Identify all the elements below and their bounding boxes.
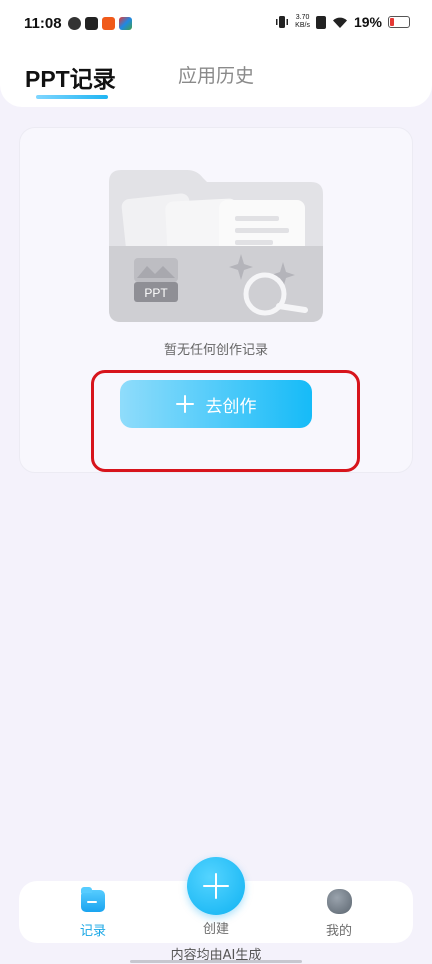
avatar-icon <box>327 889 352 914</box>
nav-label-mine: 我的 <box>325 924 352 939</box>
tab-app-history[interactable]: 应用历史 <box>178 61 254 88</box>
nav-item-records[interactable]: 记录 <box>53 881 133 943</box>
status-time: 11:08 <box>24 15 62 32</box>
header: PPT记录 应用历史 <box>0 50 432 107</box>
nav-label-create: 创建 <box>202 922 229 937</box>
notification-icons <box>68 17 132 30</box>
app-notification-icon <box>85 17 98 30</box>
plus-icon <box>203 873 229 899</box>
ppt-label: PPT <box>144 286 168 300</box>
net-speed: 3.70 KB/s <box>295 14 310 30</box>
status-right: 3.70 KB/s 19% <box>275 14 410 30</box>
wifi-icon <box>332 17 347 28</box>
net-speed-unit: KB/s <box>295 22 310 29</box>
home-indicator[interactable] <box>130 960 302 963</box>
nav-label-records: 记录 <box>79 924 106 939</box>
empty-state-message: 暂无任何创作记录 <box>163 343 268 358</box>
tab-ppt-records[interactable]: PPT记录 <box>25 60 116 94</box>
vibrate-icon <box>276 16 289 28</box>
annotation-highlight <box>91 370 360 472</box>
battery-icon <box>388 16 410 28</box>
app-notification-icon <box>102 17 115 30</box>
status-bar: 11:08 3.70 KB/s 19% <box>0 0 432 50</box>
tab-active-indicator <box>36 95 108 99</box>
battery-percent: 19% <box>353 14 382 30</box>
app-notification-icon <box>68 17 81 30</box>
nav-item-mine[interactable]: 我的 <box>299 881 379 943</box>
empty-folder-illustration: PPT <box>109 170 323 322</box>
folder-icon <box>81 887 105 912</box>
create-fab-button[interactable] <box>187 857 245 915</box>
sim-icon <box>315 15 326 29</box>
net-speed-value: 3.70 <box>295 14 310 21</box>
app-notification-icon <box>119 17 132 30</box>
